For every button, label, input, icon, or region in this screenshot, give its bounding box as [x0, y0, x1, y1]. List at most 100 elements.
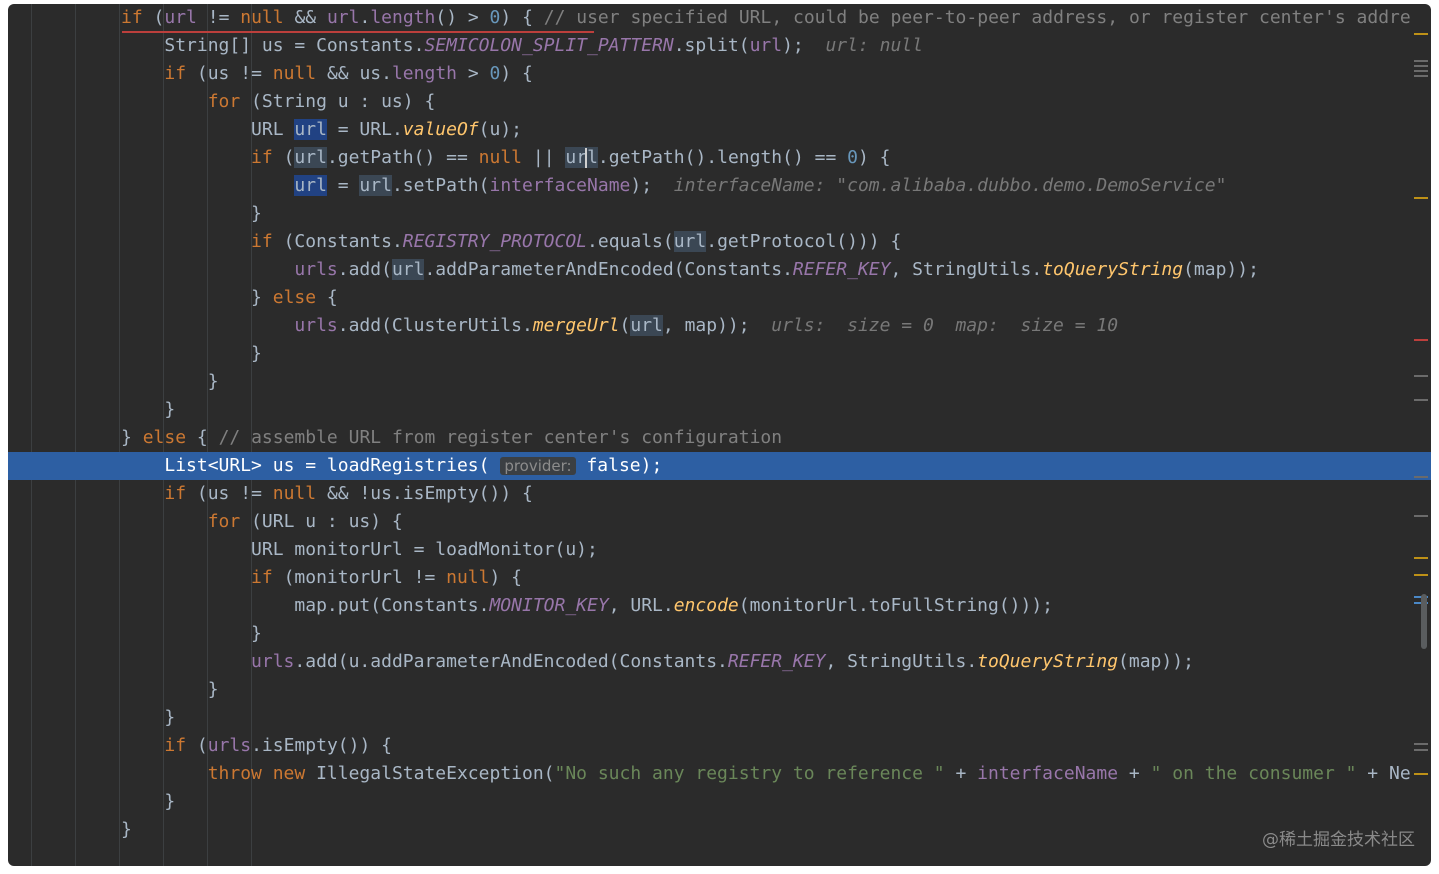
- warning-marker[interactable]: [1414, 574, 1428, 576]
- code-line[interactable]: } else { // assemble URL from register c…: [8, 424, 1431, 452]
- code-text: (monitorUrl !=: [272, 567, 447, 588]
- code-text: , URL.: [608, 595, 674, 616]
- info-marker[interactable]: [1414, 515, 1428, 517]
- code-line[interactable]: if (us != null && us.length > 0) {: [8, 60, 1431, 88]
- keyword: null: [478, 147, 523, 168]
- code-line[interactable]: }: [8, 620, 1431, 648]
- code-line[interactable]: }: [8, 368, 1431, 396]
- info-marker[interactable]: [1414, 75, 1428, 77]
- code-line[interactable]: for (String u : us) {: [8, 88, 1431, 116]
- code-text: && us.: [316, 63, 392, 84]
- code-line[interactable]: if (url != null && url.length() > 0) { /…: [8, 4, 1431, 32]
- info-marker[interactable]: [1414, 65, 1428, 67]
- code-text: }: [121, 427, 143, 448]
- code-text: ) {: [489, 567, 522, 588]
- debug-inline-value: url: null: [825, 35, 923, 56]
- code-line[interactable]: url = url.setPath(interfaceName); interf…: [8, 172, 1431, 200]
- code-text: , StringUtils.: [890, 259, 1043, 280]
- static-field: MONITOR_KEY: [489, 595, 609, 616]
- code-text: (us !=: [186, 483, 273, 504]
- variable-url: url: [164, 7, 197, 28]
- info-marker[interactable]: [1414, 399, 1428, 401]
- code-text: +: [944, 763, 978, 784]
- warning-marker[interactable]: [1414, 197, 1428, 199]
- code-text: .add(ClusterUtils.: [337, 315, 533, 336]
- keyword: false: [575, 455, 641, 476]
- info-marker[interactable]: [1414, 70, 1428, 72]
- code-text: String[] us = Constants.: [164, 35, 425, 56]
- comment: // assemble URL from register center's c…: [218, 427, 783, 448]
- string-literal: "No such any registry to reference ": [554, 763, 945, 784]
- code-text: (Constants.: [272, 231, 403, 252]
- code-text: .addParameterAndEncoded(Constants.: [424, 259, 793, 280]
- code-editor[interactable]: if (url != null && url.length() > 0) { /…: [8, 4, 1431, 866]
- code-text: ||: [522, 147, 566, 168]
- code-text: ) {: [500, 7, 544, 28]
- code-text: (map));: [1118, 651, 1194, 672]
- code-text: );: [640, 455, 663, 476]
- code-text: }: [207, 679, 219, 700]
- scrollbar-thumb[interactable]: [1421, 594, 1427, 649]
- variable-url-highlight: url: [294, 175, 327, 196]
- field: urls: [251, 651, 295, 672]
- code-line[interactable]: for (URL u : us) {: [8, 508, 1431, 536]
- code-line[interactable]: urls.add(u.addParameterAndEncoded(Consta…: [8, 648, 1431, 676]
- code-line[interactable]: }: [8, 396, 1431, 424]
- code-line[interactable]: if (urls.isEmpty()) {: [8, 732, 1431, 760]
- code-text: {: [316, 287, 338, 308]
- code-line[interactable]: }: [8, 200, 1431, 228]
- keyword: throw new: [207, 763, 306, 784]
- warning-marker[interactable]: [1414, 557, 1428, 559]
- keyword: else: [142, 427, 187, 448]
- code-line[interactable]: String[] us = Constants.SEMICOLON_SPLIT_…: [8, 32, 1431, 60]
- code-line[interactable]: }: [8, 816, 1431, 844]
- code-text: (String u : us) {: [240, 91, 436, 112]
- variable-url-highlight: url: [630, 315, 663, 336]
- code-text: .add(u.addParameterAndEncoded(Constants.: [294, 651, 728, 672]
- code-line[interactable]: urls.add(url.addParameterAndEncoded(Cons…: [8, 256, 1431, 284]
- code-text: !=: [196, 7, 241, 28]
- keyword: null: [272, 483, 317, 504]
- code-line[interactable]: }: [8, 340, 1431, 368]
- info-marker[interactable]: [1414, 375, 1428, 377]
- code-text: URL: [251, 119, 295, 140]
- info-marker[interactable]: [1414, 476, 1428, 478]
- watermark: @稀土掘金技术社区: [1262, 830, 1415, 850]
- error-stripe-scrollbar[interactable]: [1411, 4, 1431, 866]
- code-line[interactable]: URL monitorUrl = loadMonitor(u);: [8, 536, 1431, 564]
- info-marker[interactable]: [1414, 743, 1428, 745]
- variable-url-highlight: url: [565, 147, 598, 168]
- code-text: (: [142, 7, 165, 28]
- code-line[interactable]: throw new IllegalStateException("No such…: [8, 760, 1431, 788]
- static-field: REFER_KEY: [727, 651, 826, 672]
- variable-url-highlight: url: [359, 175, 392, 196]
- code-line[interactable]: if (url.getPath() == null || url.getPath…: [8, 144, 1431, 172]
- code-line[interactable]: }: [8, 788, 1431, 816]
- code-text: .setPath(: [391, 175, 490, 196]
- code-line[interactable]: }: [8, 676, 1431, 704]
- code-line[interactable]: urls.add(ClusterUtils.mergeUrl(url, map)…: [8, 312, 1431, 340]
- info-marker[interactable]: [1414, 60, 1428, 62]
- code-line[interactable]: if (us != null && !us.isEmpty()) {: [8, 480, 1431, 508]
- code-line[interactable]: map.put(Constants.MONITOR_KEY, URL.encod…: [8, 592, 1431, 620]
- code-text: .getPath() ==: [326, 147, 479, 168]
- keyword: if: [121, 7, 143, 28]
- code-line[interactable]: }: [8, 704, 1431, 732]
- static-field: SEMICOLON_SPLIT_PATTERN: [424, 35, 674, 56]
- error-marker[interactable]: [1414, 339, 1428, 341]
- code-text: +: [1118, 763, 1151, 784]
- code-line[interactable]: if (monitorUrl != null) {: [8, 564, 1431, 592]
- keyword: null: [446, 567, 490, 588]
- code-text: {: [186, 427, 219, 448]
- code-line[interactable]: if (Constants.REGISTRY_PROTOCOL.equals(u…: [8, 228, 1431, 256]
- execution-point-line[interactable]: List<URL> us = loadRegistries( provider:…: [8, 452, 1431, 480]
- warning-marker[interactable]: [1414, 773, 1428, 775]
- code-line[interactable]: } else {: [8, 284, 1431, 312]
- code-line[interactable]: URL url = URL.valueOf(u);: [8, 116, 1431, 144]
- warning-marker[interactable]: [1414, 33, 1428, 35]
- field: length: [370, 7, 436, 28]
- keyword: else: [272, 287, 317, 308]
- field: urls: [294, 259, 338, 280]
- variable-url: url: [749, 35, 783, 56]
- info-marker[interactable]: [1414, 749, 1428, 751]
